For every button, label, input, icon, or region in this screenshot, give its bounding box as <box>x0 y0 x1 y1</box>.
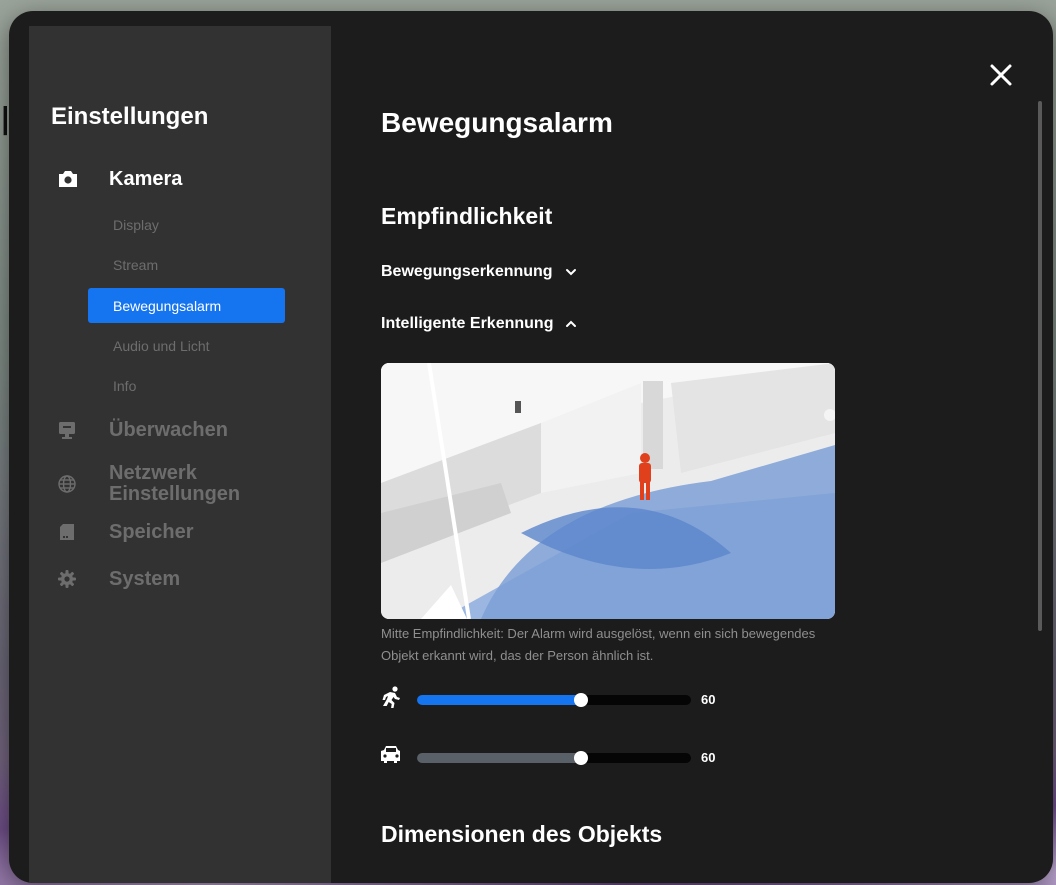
slider-knob[interactable] <box>574 692 589 707</box>
sidebar-section-label: Kamera <box>109 167 183 190</box>
sidebar-section-ueberwachen[interactable]: Überwachen <box>57 419 228 441</box>
settings-sidebar <box>29 26 331 883</box>
slider-fill <box>417 752 582 763</box>
chevron-up-icon <box>566 320 577 327</box>
sidebar-section-label: Speicher <box>109 520 194 543</box>
sidebar-section-system[interactable]: System <box>57 568 180 590</box>
slider-value: 60 <box>701 750 716 765</box>
accordion-bewegungserkennung[interactable]: Bewegungserkennung <box>381 263 577 281</box>
person-sensitivity-slider[interactable] <box>417 692 691 707</box>
vehicle-sensitivity-row: 60 <box>379 743 715 772</box>
content-scrollbar[interactable] <box>1038 101 1042 631</box>
slider-knob[interactable] <box>574 750 589 765</box>
sd-card-icon <box>57 521 85 543</box>
sidebar-item-audio-und-licht[interactable]: Audio und Licht <box>113 338 210 354</box>
accordion-label: Bewegungserkennung <box>381 263 553 280</box>
sidebar-title: Einstellungen <box>51 103 209 130</box>
sidebar-section-label: Überwachen <box>109 418 228 441</box>
slider-fill <box>417 694 582 705</box>
sidebar-section-netzwerk[interactable]: Netzwerk Einstellungen <box>57 463 240 505</box>
sidebar-section-label: System <box>109 567 181 590</box>
dimensions-heading: Dimensionen des Objekts <box>381 821 663 847</box>
sidebar-item-stream[interactable]: Stream <box>113 257 158 273</box>
page-title: Bewegungsalarm <box>381 107 613 138</box>
camera-icon <box>57 168 85 190</box>
sidebar-item-display[interactable]: Display <box>113 217 159 233</box>
person-sensitivity-row: 60 <box>379 685 715 714</box>
close-button[interactable] <box>987 61 1015 89</box>
chevron-down-icon <box>565 269 576 276</box>
sidebar-item-info[interactable]: Info <box>113 378 136 394</box>
settings-dialog: Einstellungen Kamera Display Stream Bewe… <box>9 11 1053 883</box>
detection-zone-illustration <box>381 363 835 619</box>
accordion-label: Intelligente Erkennung <box>381 315 554 332</box>
globe-icon <box>57 473 85 495</box>
vehicle-sensitivity-slider[interactable] <box>417 750 691 765</box>
close-icon <box>990 64 1012 86</box>
sidebar-section-speicher[interactable]: Speicher <box>57 521 193 543</box>
sensitivity-description: Mitte Empfindlichkeit: Der Alarm wird au… <box>381 626 816 663</box>
person-running-icon <box>379 685 403 714</box>
sensitivity-heading: Empfindlichkeit <box>381 203 553 229</box>
monitor-icon <box>57 419 85 441</box>
sidebar-section-kamera[interactable]: Kamera <box>57 168 182 190</box>
sidebar-section-label: Netzwerk Einstellungen <box>109 462 241 505</box>
accordion-intelligente-erkennung[interactable]: Intelligente Erkennung <box>381 315 577 333</box>
gear-icon <box>57 568 85 590</box>
sidebar-item-bewegungsalarm[interactable]: Bewegungsalarm <box>88 288 285 323</box>
car-icon <box>379 743 403 772</box>
slider-value: 60 <box>701 692 716 707</box>
